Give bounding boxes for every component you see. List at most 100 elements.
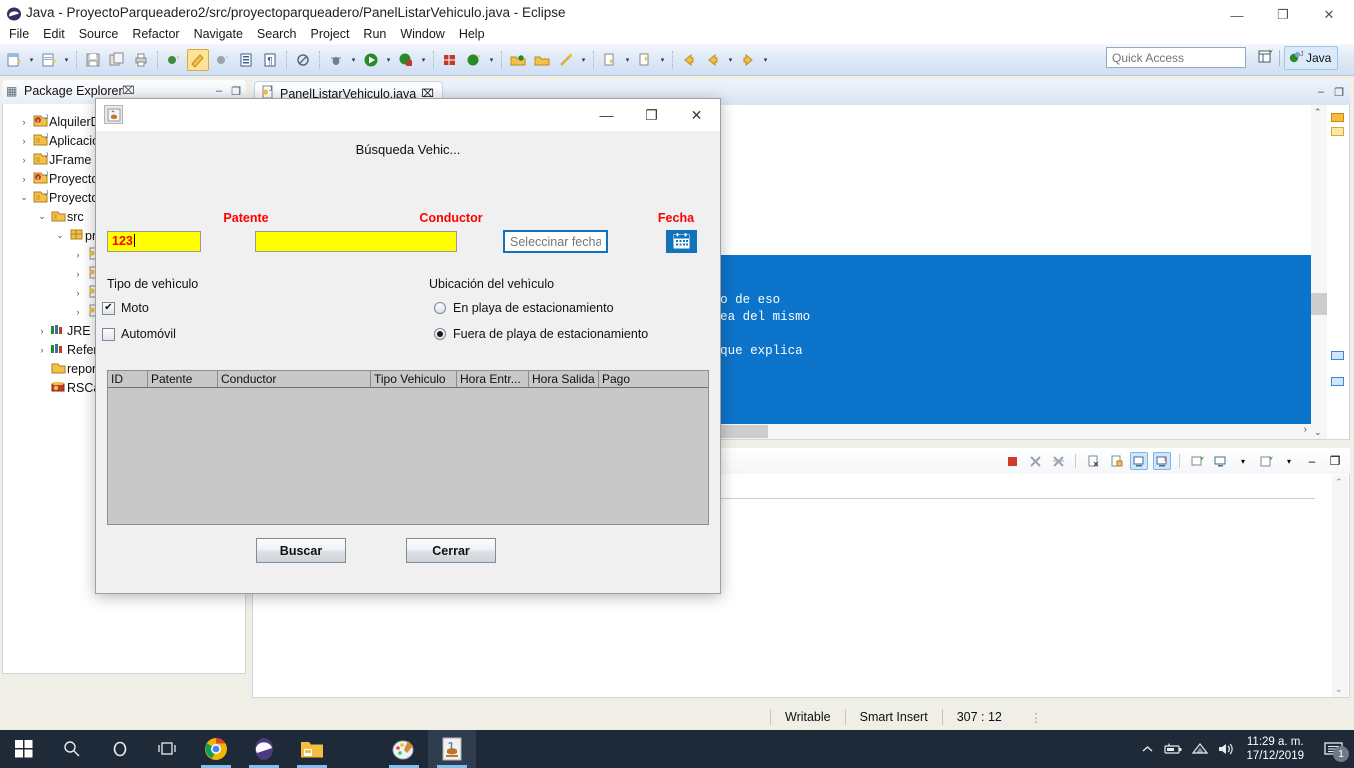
start-button[interactable] bbox=[0, 730, 48, 768]
scroll-down-icon[interactable]: ⌄ bbox=[1314, 427, 1322, 438]
chevron-down-icon[interactable]: ⌄ bbox=[35, 211, 49, 222]
chevron-right-icon[interactable]: › bbox=[71, 307, 85, 317]
menu-item-file[interactable]: File bbox=[2, 25, 36, 43]
save-all-icon[interactable] bbox=[106, 49, 128, 71]
chevron-right-icon[interactable]: › bbox=[35, 326, 49, 336]
chevron-right-icon[interactable]: › bbox=[71, 288, 85, 298]
forward-icon[interactable] bbox=[737, 49, 759, 71]
chevron-right-icon[interactable]: › bbox=[17, 117, 31, 127]
show-hidden-icons-icon[interactable] bbox=[1134, 730, 1160, 768]
open-perspective-button[interactable] bbox=[1258, 48, 1275, 68]
column-header-pago[interactable]: Pago bbox=[599, 371, 706, 387]
buscar-button[interactable]: Buscar bbox=[256, 538, 346, 563]
warning-marker[interactable] bbox=[1331, 113, 1344, 122]
maximize-icon[interactable]: ❐ bbox=[231, 85, 241, 98]
new-dropdown-icon[interactable]: ▾ bbox=[26, 49, 37, 71]
chevron-right-icon[interactable]: › bbox=[17, 155, 31, 165]
table-body[interactable] bbox=[108, 388, 708, 524]
debug-dropdown-icon[interactable]: ▾ bbox=[348, 49, 359, 71]
display-selected-console-icon[interactable] bbox=[1211, 452, 1229, 470]
new-annotation-icon[interactable] bbox=[211, 49, 233, 71]
checkbox-automovil[interactable]: Automóvil bbox=[102, 327, 176, 341]
file-explorer-icon[interactable] bbox=[288, 730, 336, 768]
debug-icon[interactable] bbox=[325, 49, 347, 71]
dialog-minimize-button[interactable]: — bbox=[584, 99, 629, 131]
chevron-down-icon[interactable]: ⌄ bbox=[53, 230, 67, 241]
perspective-java-button[interactable]: J Java bbox=[1284, 46, 1339, 70]
menu-item-navigate[interactable]: Navigate bbox=[187, 25, 250, 43]
back-icon[interactable] bbox=[678, 49, 700, 71]
chevron-down-icon[interactable]: ⌄ bbox=[17, 192, 31, 203]
close-icon[interactable]: ⌧ bbox=[122, 84, 135, 97]
chevron-right-icon[interactable]: › bbox=[17, 136, 31, 146]
scroll-lock-icon[interactable] bbox=[1107, 452, 1125, 470]
wifi-icon[interactable] bbox=[1186, 730, 1212, 768]
menu-item-edit[interactable]: Edit bbox=[36, 25, 72, 43]
search-pen-icon[interactable] bbox=[555, 49, 577, 71]
cerrar-button[interactable]: Cerrar bbox=[406, 538, 496, 563]
radio-fuera-de-playa[interactable]: Fuera de playa de estacionamiento bbox=[434, 327, 648, 341]
toggle-block-selection-icon[interactable]: ¶ bbox=[259, 49, 281, 71]
external-tools-dropdown-icon[interactable]: ▾ bbox=[418, 49, 429, 71]
search-icon[interactable] bbox=[48, 730, 96, 768]
print-icon[interactable] bbox=[130, 49, 152, 71]
task-view-icon[interactable] bbox=[144, 730, 192, 768]
menu-item-search[interactable]: Search bbox=[250, 25, 304, 43]
run-icon[interactable] bbox=[360, 49, 382, 71]
chrome-icon[interactable] bbox=[192, 730, 240, 768]
forward-dropdown-icon[interactable]: ▾ bbox=[760, 49, 771, 71]
conductor-input[interactable] bbox=[255, 231, 457, 252]
new-java-package-icon[interactable] bbox=[187, 48, 209, 71]
taskbar-clock[interactable]: 11:29 a. m. 17/12/2019 bbox=[1238, 735, 1312, 763]
open-type-icon[interactable] bbox=[235, 49, 257, 71]
menu-item-project[interactable]: Project bbox=[304, 25, 357, 43]
scroll-down-icon[interactable]: ⌄ bbox=[1335, 684, 1343, 695]
previous-annotation-icon[interactable] bbox=[634, 49, 656, 71]
cortana-icon[interactable] bbox=[96, 730, 144, 768]
menu-item-run[interactable]: Run bbox=[356, 25, 393, 43]
menu-item-refactor[interactable]: Refactor bbox=[125, 25, 186, 43]
scroll-up-icon[interactable]: ⌃ bbox=[1314, 107, 1322, 118]
menu-item-source[interactable]: Source bbox=[72, 25, 126, 43]
new-package-icon[interactable] bbox=[439, 49, 461, 71]
chevron-right-icon[interactable]: › bbox=[71, 269, 85, 279]
menu-item-window[interactable]: Window bbox=[393, 25, 451, 43]
minimize-icon[interactable]: – bbox=[216, 85, 222, 98]
chevron-right-icon[interactable]: › bbox=[35, 345, 49, 355]
menu-item-help[interactable]: Help bbox=[452, 25, 492, 43]
scroll-up-icon[interactable]: ⌃ bbox=[1335, 477, 1343, 488]
show-console-on-output-icon[interactable] bbox=[1130, 452, 1148, 470]
run-dropdown-icon[interactable]: ▾ bbox=[383, 49, 394, 71]
scroll-right-icon[interactable]: › bbox=[1304, 424, 1307, 435]
battery-icon[interactable] bbox=[1160, 730, 1186, 768]
new-java-project-icon[interactable] bbox=[38, 49, 60, 71]
next-annotation-icon[interactable] bbox=[599, 49, 621, 71]
warning-marker[interactable] bbox=[1331, 127, 1344, 136]
scroll-thumb[interactable] bbox=[1311, 293, 1327, 315]
previous-annotation-dropdown-icon[interactable]: ▾ bbox=[657, 49, 668, 71]
checkbox-moto[interactable]: ✔ Moto bbox=[102, 301, 149, 315]
dialog-maximize-button[interactable]: ❐ bbox=[629, 99, 674, 131]
clear-console-icon[interactable] bbox=[1084, 452, 1102, 470]
minimize-icon[interactable]: – bbox=[1318, 86, 1324, 99]
notification-icon[interactable]: 1 bbox=[1312, 730, 1354, 768]
remove-all-terminated-icon[interactable] bbox=[1049, 452, 1067, 470]
pen-dropdown-icon[interactable]: ▾ bbox=[578, 49, 589, 71]
radio-en-playa[interactable]: En playa de estacionamiento bbox=[434, 301, 614, 315]
patente-input[interactable]: 123 bbox=[107, 231, 201, 252]
maximize-icon[interactable]: ❐ bbox=[1326, 452, 1344, 470]
save-icon[interactable] bbox=[82, 49, 104, 71]
eclipse-icon[interactable] bbox=[240, 730, 288, 768]
open-console-icon[interactable] bbox=[1257, 452, 1275, 470]
java-app-icon[interactable] bbox=[428, 730, 476, 768]
column-header-id[interactable]: ID bbox=[108, 371, 148, 387]
maximize-icon[interactable]: ❐ bbox=[1334, 86, 1344, 99]
skip-breakpoints-icon[interactable] bbox=[292, 49, 314, 71]
open-folder-icon[interactable] bbox=[531, 49, 553, 71]
column-header-patente[interactable]: Patente bbox=[148, 371, 218, 387]
paint-icon[interactable] bbox=[380, 730, 428, 768]
volume-icon[interactable] bbox=[1212, 730, 1238, 768]
open-console-dropdown-icon[interactable]: ▾ bbox=[1280, 452, 1298, 470]
new-java-dropdown-icon[interactable]: ▾ bbox=[61, 49, 72, 71]
remove-launch-icon[interactable] bbox=[1026, 452, 1044, 470]
